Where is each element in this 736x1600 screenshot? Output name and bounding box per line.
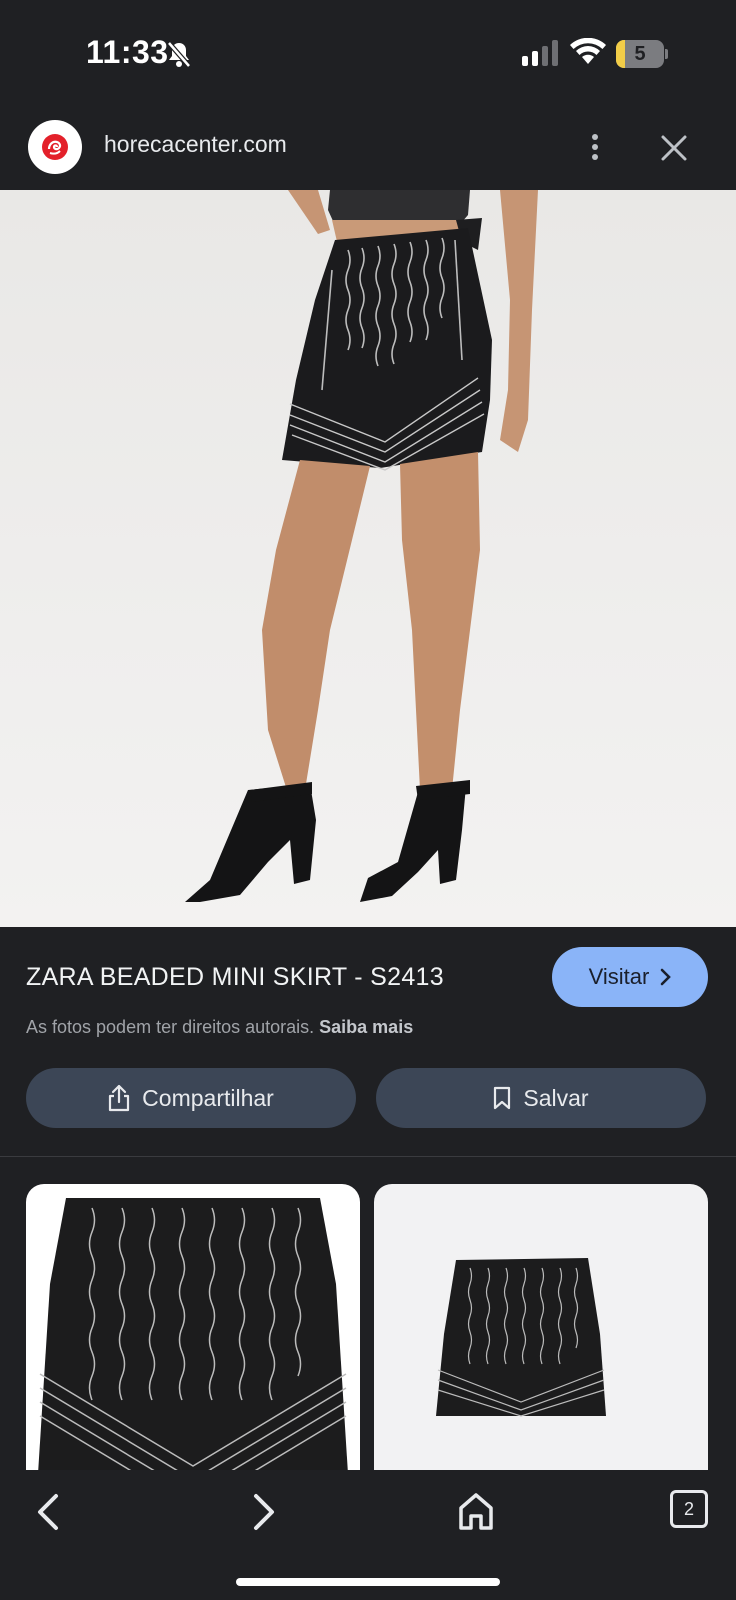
product-info-panel: ZARA BEADED MINI SKIRT - S2413 Visitar A… bbox=[0, 927, 736, 1159]
bell-slash-icon bbox=[167, 41, 191, 68]
chevron-right-icon bbox=[661, 968, 672, 986]
battery-icon: 5 bbox=[616, 40, 668, 68]
copyright-text: As fotos podem ter direitos autorais. bbox=[26, 1017, 315, 1037]
share-label: Compartilhar bbox=[142, 1084, 274, 1111]
site-favicon bbox=[28, 120, 82, 174]
product-photo bbox=[185, 190, 538, 902]
product-image[interactable] bbox=[0, 190, 736, 927]
battery-level: 5 bbox=[634, 43, 646, 65]
share-button[interactable]: Compartilhar bbox=[26, 1068, 356, 1128]
save-button[interactable]: Salvar bbox=[376, 1068, 706, 1128]
product-title: ZARA BEADED MINI SKIRT - S2413 bbox=[26, 963, 444, 991]
related-skirt-flat bbox=[436, 1258, 606, 1417]
copyright-notice: As fotos podem ter direitos autorais. Sa… bbox=[26, 1017, 413, 1038]
forward-arrow-icon[interactable] bbox=[244, 1490, 280, 1534]
wifi-icon bbox=[570, 38, 606, 64]
back-arrow-icon[interactable] bbox=[32, 1490, 68, 1534]
related-skirt-closeup bbox=[38, 1198, 348, 1474]
bookmark-icon bbox=[494, 1086, 511, 1110]
site-logo-icon bbox=[42, 134, 68, 160]
save-label: Salvar bbox=[523, 1084, 589, 1111]
learn-more-link[interactable]: Saiba mais bbox=[319, 1017, 413, 1037]
more-vert-icon[interactable] bbox=[582, 132, 608, 162]
visit-label: Visitar bbox=[588, 964, 650, 989]
site-url[interactable]: horecacenter.com bbox=[104, 131, 287, 158]
home-indicator[interactable] bbox=[236, 1578, 500, 1586]
section-divider bbox=[0, 1156, 736, 1157]
share-icon bbox=[109, 1084, 130, 1112]
tab-switcher-button[interactable]: 2 bbox=[670, 1490, 708, 1528]
related-image-card[interactable] bbox=[374, 1184, 708, 1474]
status-time: 11:33 bbox=[86, 34, 169, 70]
cellular-signal-icon bbox=[522, 40, 558, 66]
close-icon[interactable] bbox=[660, 134, 688, 162]
visit-button[interactable]: Visitar bbox=[552, 947, 708, 1007]
home-icon[interactable] bbox=[456, 1490, 496, 1534]
browser-header: horecacenter.com bbox=[0, 104, 736, 190]
related-image-card[interactable] bbox=[26, 1184, 360, 1474]
bottom-navigation: 2 bbox=[0, 1470, 736, 1600]
status-bar: 11:33 5 bbox=[0, 0, 736, 104]
